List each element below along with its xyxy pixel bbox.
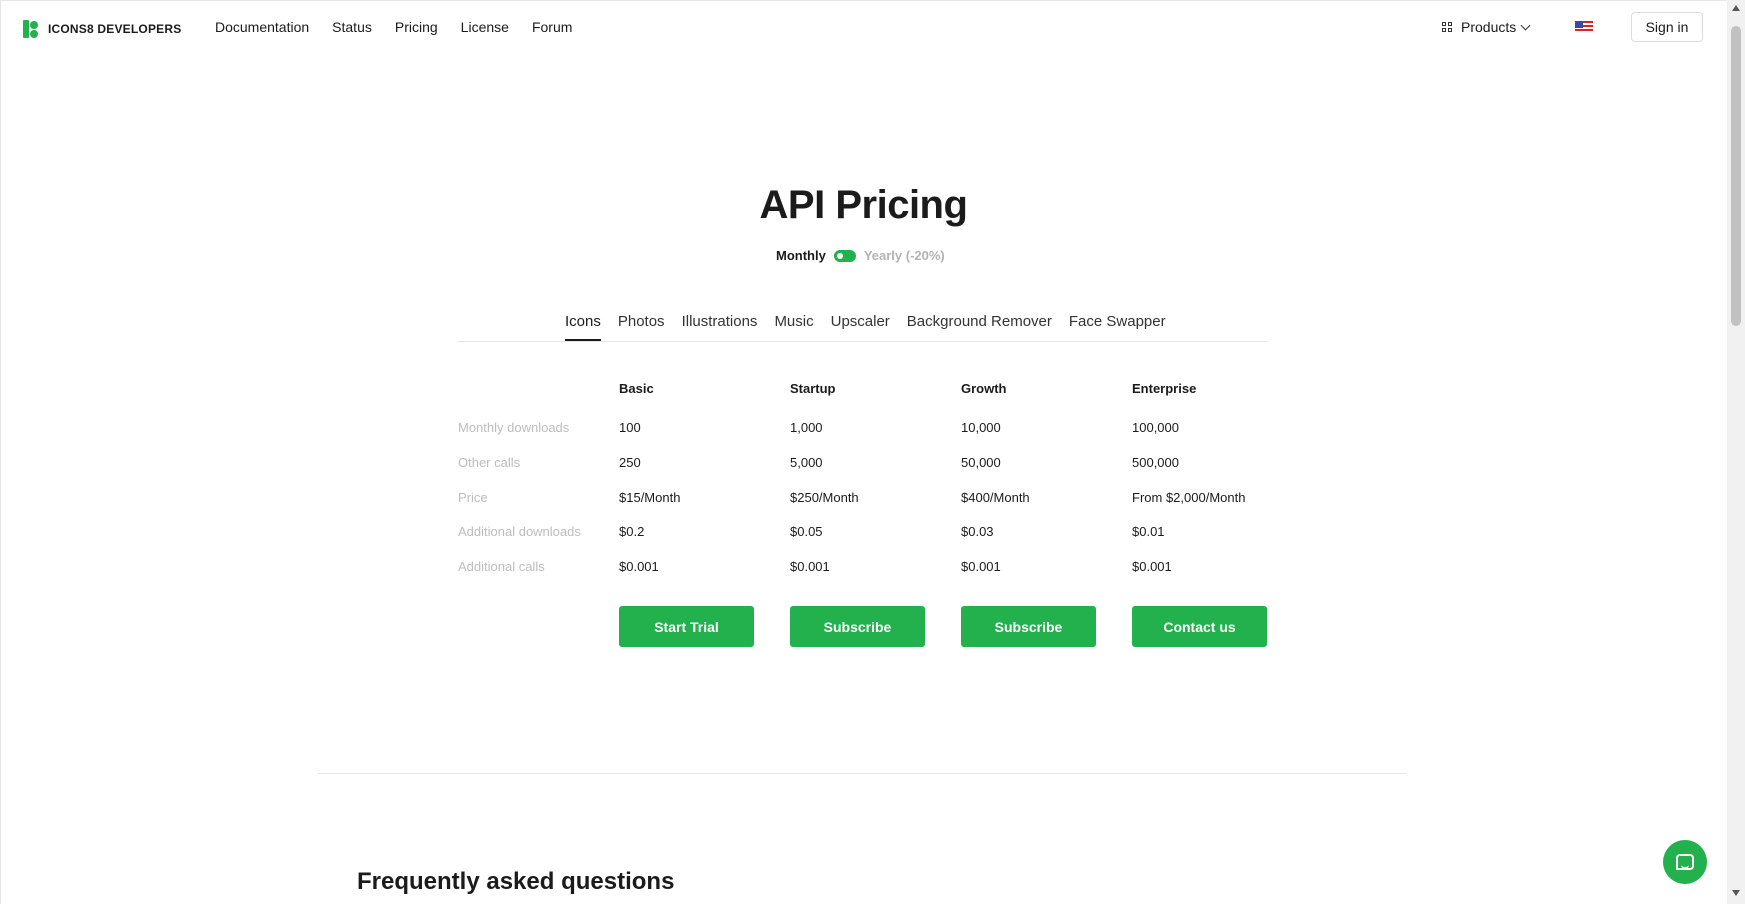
table-cell: $0.2 [619,524,645,539]
table-cell: 100,000 [1132,420,1179,435]
billing-toggle-group: Monthly Yearly (-20%) [776,248,945,263]
brand-name: ICONS8 DEVELOPERS [48,22,182,36]
vertical-scrollbar[interactable] [1727,0,1745,904]
table-cell: 5,000 [790,455,823,470]
row-label: Price [458,490,488,505]
table-cell: $0.05 [790,524,823,539]
products-label: Products [1461,19,1517,35]
tab-music[interactable]: Music [774,313,813,340]
icons8-logo-icon [23,20,39,38]
section-divider [318,773,1407,774]
subscribe-growth-button[interactable]: Subscribe [961,606,1096,647]
table-cell: 500,000 [1132,455,1179,470]
table-cell: $400/Month [961,490,1030,505]
scroll-up-arrow-icon[interactable] [1732,5,1740,11]
chevron-down-icon [1520,20,1531,30]
grid-icon [1442,21,1453,33]
billing-yearly-label[interactable]: Yearly (-20%) [864,248,945,263]
table-cell: 100 [619,420,641,435]
plan-growth: Growth [961,381,1007,396]
product-tabs: Icons Photos Illustrations Music Upscale… [458,313,1267,342]
page: ICONS8 DEVELOPERS Documentation Status P… [0,0,1727,904]
table-cell: $15/Month [619,490,681,505]
products-menu[interactable]: Products [1442,19,1531,35]
tab-face-swapper[interactable]: Face Swapper [1069,313,1166,340]
window-frame [0,0,1727,904]
table-cell: $0.001 [961,559,1001,574]
billing-monthly-label[interactable]: Monthly [776,248,826,263]
table-cell: 250 [619,455,641,470]
row-label: Monthly downloads [458,420,570,435]
table-row: Price $15/Month $250/Month $400/Month Fr… [458,490,1267,510]
chat-launcher[interactable] [1663,840,1707,884]
table-cell: 10,000 [961,420,1001,435]
nav-pricing[interactable]: Pricing [395,19,438,35]
page-title: API Pricing [759,183,968,227]
us-flag-icon[interactable] [1575,21,1593,33]
plan-startup: Startup [790,381,836,396]
tab-icons[interactable]: Icons [565,313,601,341]
top-header: ICONS8 DEVELOPERS Documentation Status P… [0,0,1727,56]
brand-logo[interactable]: ICONS8 DEVELOPERS [23,20,181,38]
table-cell: $0.001 [790,559,830,574]
start-trial-button[interactable]: Start Trial [619,606,754,647]
scrollbar-thumb[interactable] [1731,26,1741,326]
row-label: Other calls [458,455,521,470]
table-cell: From $2,000/Month [1132,490,1246,505]
scroll-down-arrow-icon[interactable] [1732,890,1740,896]
table-cell: 1,000 [790,420,823,435]
main-nav: Documentation Status Pricing License For… [215,19,595,35]
row-label: Additional calls [458,559,545,574]
sign-in-button[interactable]: Sign in [1631,12,1703,42]
table-cell: $0.001 [619,559,659,574]
chat-icon [1676,854,1694,870]
nav-forum[interactable]: Forum [532,19,572,35]
table-cell: $250/Month [790,490,859,505]
table-row: Other calls 250 5,000 50,000 500,000 [458,455,1267,475]
table-cell: $0.01 [1132,524,1165,539]
nav-documentation[interactable]: Documentation [215,19,309,35]
table-row: Additional calls $0.001 $0.001 $0.001 $0… [458,559,1267,579]
tab-background-remover[interactable]: Background Remover [907,313,1052,340]
nav-license[interactable]: License [461,19,509,35]
table-row: Additional downloads $0.2 $0.05 $0.03 $0… [458,524,1267,544]
table-cell: 50,000 [961,455,1001,470]
subscribe-startup-button[interactable]: Subscribe [790,606,925,647]
tab-upscaler[interactable]: Upscaler [831,313,890,340]
table-cell: $0.03 [961,524,994,539]
faq-heading: Frequently asked questions [357,868,675,895]
billing-toggle[interactable] [833,249,856,262]
contact-us-button[interactable]: Contact us [1132,606,1267,647]
plan-basic: Basic [619,381,654,396]
table-cell: $0.001 [1132,559,1172,574]
plan-enterprise: Enterprise [1132,381,1197,396]
row-label: Additional downloads [458,524,581,539]
table-row: Monthly downloads 100 1,000 10,000 100,0… [458,420,1267,440]
nav-status[interactable]: Status [332,19,372,35]
tab-photos[interactable]: Photos [618,313,665,340]
plans-header-row: Basic Startup Growth Enterprise [458,381,1267,401]
tab-illustrations[interactable]: Illustrations [682,313,758,340]
